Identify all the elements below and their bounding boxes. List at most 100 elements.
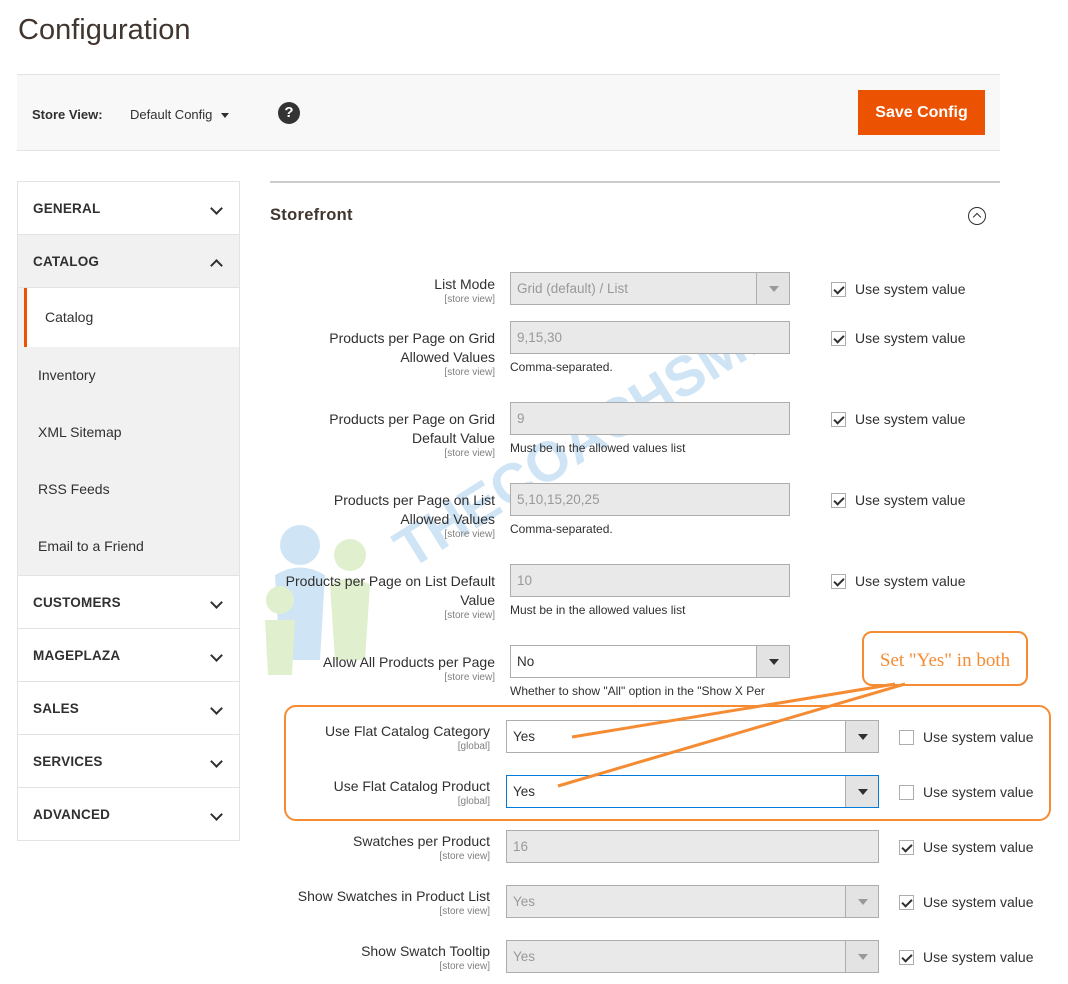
input-products-per-page-on-list-allowed-values: 5,10,15,20,25 bbox=[510, 483, 790, 516]
tab-general[interactable]: GENERAL bbox=[18, 182, 239, 235]
chevron-down-icon bbox=[210, 202, 223, 215]
scope-label: [store view] bbox=[444, 610, 495, 621]
caret-down-icon bbox=[221, 113, 230, 119]
tab-label: SALES bbox=[33, 701, 80, 716]
field-label-products-per-page-on-grid-default-value: Products per Page on Grid Default Value [… bbox=[305, 410, 495, 459]
tab-label: ADVANCED bbox=[33, 807, 111, 822]
label-text: List Mode bbox=[434, 276, 495, 292]
chevron-down-icon bbox=[210, 702, 223, 715]
label-text: Show Swatch Tooltip bbox=[361, 943, 490, 959]
input-swatches-per-product: 16 bbox=[506, 830, 879, 863]
sidebar-item-catalog[interactable]: Catalog bbox=[24, 288, 239, 347]
field-label-show-swatches-in-product-list: Show Swatches in Product List [store view… bbox=[260, 887, 490, 917]
tab-services[interactable]: SERVICES bbox=[18, 735, 239, 788]
use-system-value-checkbox[interactable] bbox=[899, 895, 914, 910]
input-products-per-page-on-grid-allowed-values: 9,15,30 bbox=[510, 321, 790, 354]
highlight-annotation-box bbox=[284, 705, 1051, 821]
sidebar-item-inventory[interactable]: Inventory bbox=[18, 347, 239, 404]
use-system-value-checkbox[interactable] bbox=[831, 574, 846, 589]
field-label-show-swatch-tooltip: Show Swatch Tooltip [store view] bbox=[260, 942, 490, 972]
field-value: Grid (default) / List bbox=[517, 281, 629, 296]
store-view-label: Store View: bbox=[32, 107, 103, 122]
chevron-down-icon bbox=[210, 596, 223, 609]
field-note: Comma-separated. bbox=[510, 522, 613, 536]
field-value: 10 bbox=[517, 573, 533, 588]
label-text: Allow All Products per Page bbox=[323, 654, 495, 670]
use-system-value-label[interactable]: Use system value bbox=[923, 894, 1033, 910]
dropdown-arrow-icon bbox=[756, 273, 789, 304]
scope-label: [store view] bbox=[439, 961, 490, 972]
scope-label: [store view] bbox=[439, 906, 490, 917]
scope-label: [store view] bbox=[444, 367, 495, 378]
use-system-value-label[interactable]: Use system value bbox=[855, 281, 965, 297]
use-system-value-label[interactable]: Use system value bbox=[923, 949, 1033, 965]
catalog-subitems: Catalog Inventory XML Sitemap RSS Feeds … bbox=[18, 288, 239, 576]
field-value: 9,15,30 bbox=[517, 330, 563, 345]
tab-customers[interactable]: CUSTOMERS bbox=[18, 576, 239, 629]
field-value: 9 bbox=[517, 411, 525, 426]
select-show-swatches-in-product-list: Yes bbox=[506, 885, 879, 918]
label-text: Products per Page on List Allowed Values bbox=[333, 492, 495, 527]
chevron-down-icon bbox=[210, 755, 223, 768]
field-label-products-per-page-on-list-allowed-values: Products per Page on List Allowed Values… bbox=[305, 491, 495, 540]
sidebar-item-rss-feeds[interactable]: RSS Feeds bbox=[18, 461, 239, 518]
select-show-swatch-tooltip: Yes bbox=[506, 940, 879, 973]
scope-label: [store view] bbox=[444, 448, 495, 459]
tab-label: MAGEPLAZA bbox=[33, 648, 121, 663]
scope-label: [store view] bbox=[444, 672, 495, 683]
field-value: 5,10,15,20,25 bbox=[517, 492, 600, 507]
field-label-allow-all-products-per-page: Allow All Products per Page [store view] bbox=[265, 653, 495, 683]
use-system-value-label[interactable]: Use system value bbox=[855, 411, 965, 427]
label-text: Products per Page on Grid Allowed Values bbox=[329, 330, 495, 365]
use-system-value-label[interactable]: Use system value bbox=[855, 330, 965, 346]
sidebar-item-email-to-a-friend[interactable]: Email to a Friend bbox=[18, 518, 239, 575]
label-text: Products per Page on List Default Value bbox=[285, 573, 495, 608]
store-view-switcher[interactable]: Default Config bbox=[130, 107, 230, 122]
use-system-value-label[interactable]: Use system value bbox=[855, 492, 965, 508]
sidebar-item-xml-sitemap[interactable]: XML Sitemap bbox=[18, 404, 239, 461]
dropdown-arrow-icon[interactable] bbox=[756, 646, 789, 677]
field-label-products-per-page-on-list-default-value: Products per Page on List Default Value [… bbox=[265, 572, 495, 621]
scope-label: [store view] bbox=[444, 529, 495, 540]
field-label-swatches-per-product: Swatches per Product [store view] bbox=[260, 832, 490, 862]
store-view-bar: Store View: Default Config ? Save Config bbox=[17, 74, 1000, 151]
field-note: Must be in the allowed values list bbox=[510, 441, 686, 455]
field-value: Yes bbox=[513, 949, 536, 964]
tab-sales[interactable]: SALES bbox=[18, 682, 239, 735]
config-sidebar: GENERAL CATALOG Catalog Inventory XML Si… bbox=[17, 181, 240, 841]
use-system-value-checkbox[interactable] bbox=[899, 840, 914, 855]
tab-label: SERVICES bbox=[33, 754, 103, 769]
chevron-down-icon bbox=[210, 808, 223, 821]
scope-label: [store view] bbox=[439, 851, 490, 862]
field-note: Whether to show "All" option in the "Sho… bbox=[510, 684, 765, 698]
tab-advanced[interactable]: ADVANCED bbox=[18, 788, 239, 841]
use-system-value-checkbox[interactable] bbox=[899, 950, 914, 965]
tab-label: CUSTOMERS bbox=[33, 595, 121, 610]
use-system-value-checkbox[interactable] bbox=[831, 493, 846, 508]
save-config-button[interactable]: Save Config bbox=[858, 90, 985, 135]
field-label-list-mode: List Mode [store view] bbox=[265, 275, 495, 305]
tab-catalog[interactable]: CATALOG bbox=[18, 235, 239, 288]
collapse-up-icon[interactable] bbox=[968, 207, 986, 225]
annotation-callout: Set "Yes" in both bbox=[862, 631, 1028, 686]
page-title: Configuration bbox=[18, 14, 191, 46]
question-circle-icon[interactable]: ? bbox=[278, 102, 300, 124]
tab-label: GENERAL bbox=[33, 201, 101, 216]
use-system-value-label[interactable]: Use system value bbox=[923, 839, 1033, 855]
label-text: Show Swatches in Product List bbox=[297, 888, 490, 904]
field-value: 16 bbox=[513, 839, 529, 854]
chevron-down-icon bbox=[210, 649, 223, 662]
input-products-per-page-on-list-default-value: 10 bbox=[510, 564, 790, 597]
field-value: Yes bbox=[513, 894, 536, 909]
select-allow-all-products-per-page[interactable]: No bbox=[510, 645, 790, 678]
tab-label: CATALOG bbox=[33, 254, 100, 269]
use-system-value-checkbox[interactable] bbox=[831, 412, 846, 427]
use-system-value-checkbox[interactable] bbox=[831, 331, 846, 346]
use-system-value-checkbox[interactable] bbox=[831, 282, 846, 297]
tab-mageplaza[interactable]: MAGEPLAZA bbox=[18, 629, 239, 682]
use-system-value-label[interactable]: Use system value bbox=[855, 573, 965, 589]
section-title[interactable]: Storefront bbox=[270, 206, 353, 225]
chevron-up-icon bbox=[210, 259, 223, 272]
label-text: Products per Page on Grid Default Value bbox=[329, 411, 495, 446]
field-label-products-per-page-on-grid-allowed-values: Products per Page on Grid Allowed Values… bbox=[305, 329, 495, 378]
